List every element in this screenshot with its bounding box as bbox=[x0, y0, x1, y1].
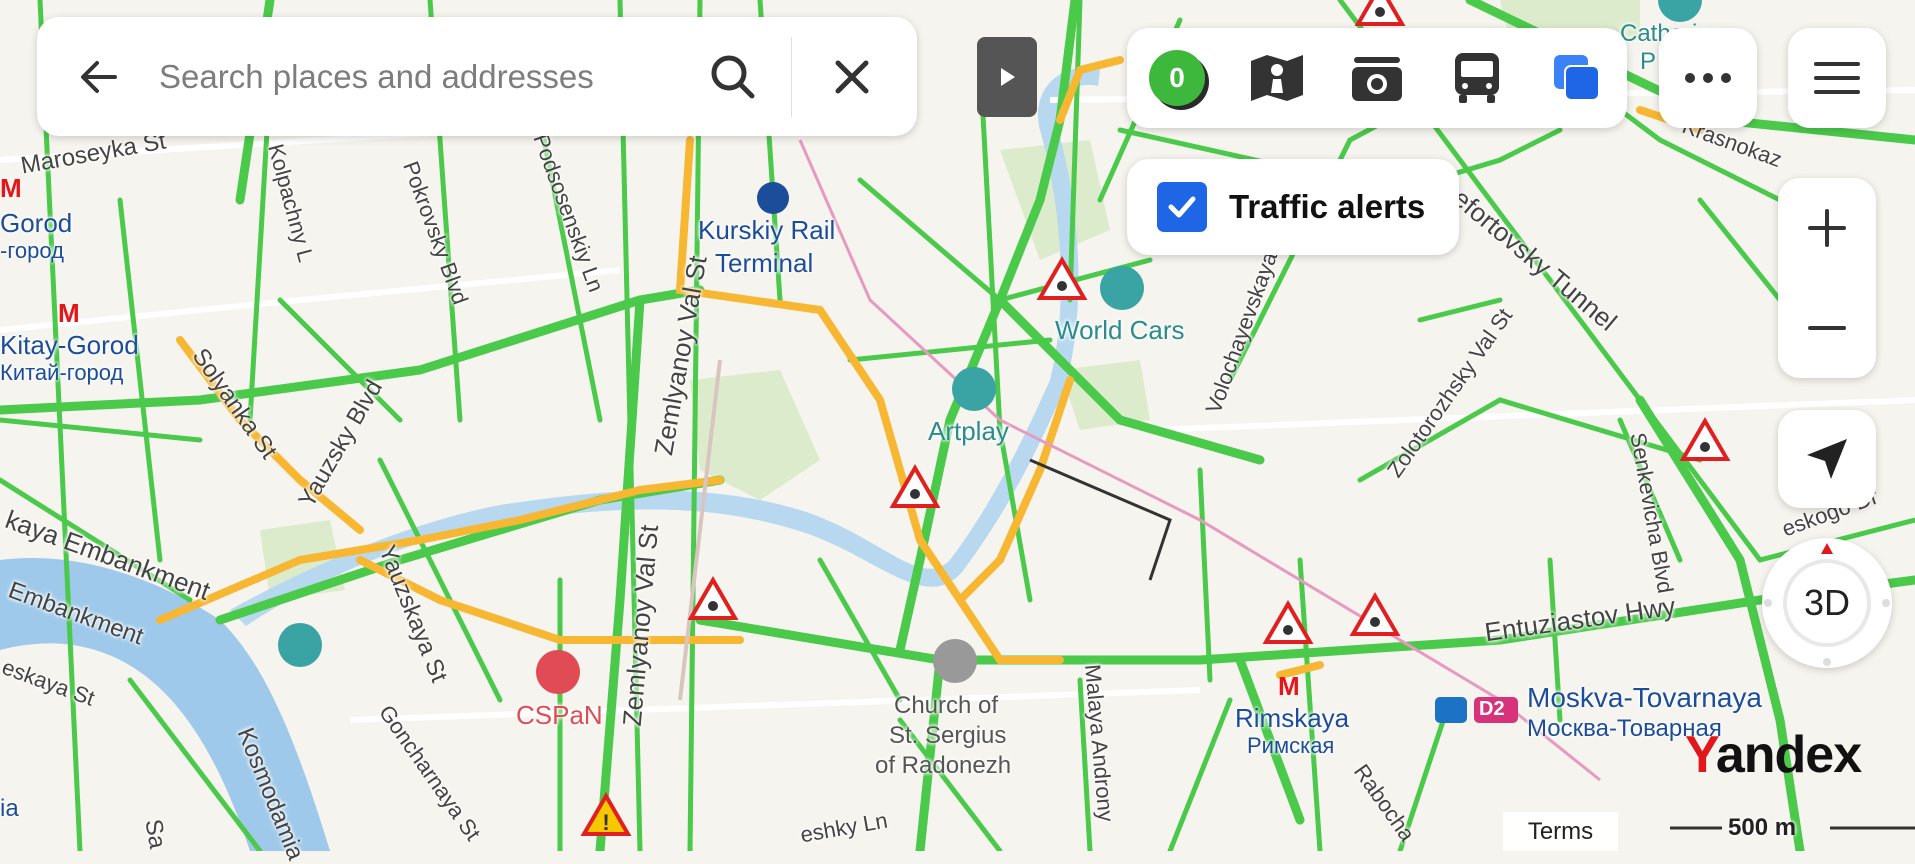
logo-letter-y: Y bbox=[1685, 726, 1717, 784]
location-arrow-icon bbox=[1807, 439, 1847, 479]
map-label-world-cars: World Cars bbox=[1055, 315, 1185, 345]
compass-3d-button[interactable]: 3D bbox=[1762, 538, 1892, 668]
search-divider bbox=[791, 36, 792, 117]
traffic-alerts-panel: Traffic alerts bbox=[1127, 159, 1459, 255]
search-bar bbox=[37, 17, 917, 136]
search-input[interactable] bbox=[157, 56, 681, 97]
clear-button[interactable] bbox=[812, 37, 892, 117]
traffic-alerts-checkbox[interactable] bbox=[1157, 182, 1207, 232]
map-label-church-1: Church of bbox=[894, 692, 999, 719]
layers-panel: 0 bbox=[1127, 28, 1627, 128]
traffic-alerts-label: Traffic alerts bbox=[1229, 188, 1426, 225]
yandex-logo: Yandex bbox=[1685, 725, 1862, 785]
zoom-in-button[interactable] bbox=[1778, 178, 1876, 278]
scale-label: 500 m bbox=[1728, 814, 1797, 841]
close-icon bbox=[835, 60, 869, 93]
map-label-gorod-ru: -город bbox=[0, 238, 64, 263]
svg-text:!: ! bbox=[602, 810, 609, 835]
traffic-score: 0 bbox=[1169, 62, 1185, 93]
map-label-catherine-2: P bbox=[1640, 48, 1657, 75]
transit-layer-button[interactable] bbox=[1427, 28, 1527, 128]
logo-text: andex bbox=[1715, 726, 1862, 784]
map-label-cspan: CSPaN bbox=[516, 700, 603, 730]
map-label-gorod: Gorod bbox=[0, 208, 73, 238]
my-location-button[interactable] bbox=[1778, 410, 1876, 508]
map-label-sa: Sa bbox=[139, 817, 172, 851]
map-label-church-2: St. Sergius bbox=[889, 722, 1007, 749]
minus-icon bbox=[1808, 326, 1846, 330]
zoom-out-button[interactable] bbox=[1778, 278, 1876, 378]
svg-text:M: M bbox=[1278, 671, 1300, 701]
layers-icon bbox=[1554, 55, 1600, 101]
transit-icon bbox=[1455, 53, 1499, 103]
back-button[interactable] bbox=[59, 37, 139, 117]
arrow-left-icon bbox=[81, 60, 117, 93]
map-label-kursky-1: Kurskiy Rail bbox=[698, 215, 836, 245]
map-label-kursky-2: Terminal bbox=[715, 248, 814, 278]
play-icon bbox=[1001, 68, 1015, 86]
map-label-rimskaya-ru: Римская bbox=[1247, 733, 1335, 758]
svg-text:M: M bbox=[58, 298, 80, 328]
checkmark-icon bbox=[1168, 196, 1196, 218]
plus-icon bbox=[1808, 209, 1846, 247]
zoom-controls bbox=[1778, 178, 1876, 378]
menu-button[interactable] bbox=[1788, 28, 1886, 128]
map-label-moskva-tovarnaya: Moskva-Tovarnaya bbox=[1527, 682, 1762, 713]
camera-icon bbox=[1352, 57, 1402, 101]
panorama-layer-button[interactable] bbox=[1227, 28, 1327, 128]
panorama-icon bbox=[1251, 55, 1303, 101]
map-label-ia: ia bbox=[0, 795, 19, 822]
scale-bar: 500 m bbox=[1670, 812, 1915, 848]
search-icon bbox=[711, 55, 755, 98]
photo-layer-button[interactable] bbox=[1327, 28, 1427, 128]
traffic-layer-button[interactable]: 0 bbox=[1127, 28, 1227, 128]
svg-text:M: M bbox=[0, 173, 22, 203]
terms-link[interactable]: Terms bbox=[1503, 812, 1618, 851]
hamburger-icon bbox=[1814, 62, 1860, 94]
search-button[interactable] bbox=[693, 37, 773, 117]
map-layers-button[interactable] bbox=[1527, 28, 1627, 128]
map-label-d2: D2 bbox=[1479, 698, 1505, 720]
map-label-artplay: Artplay bbox=[928, 416, 1009, 446]
more-icon bbox=[1685, 73, 1731, 83]
compass-ring-icon bbox=[1764, 543, 1890, 666]
map-label-church-3: of Radonezh bbox=[875, 752, 1012, 779]
map-label-kitay-gorod: Kitay-Gorod bbox=[0, 330, 139, 360]
traffic-icon: 0 bbox=[1149, 50, 1205, 106]
map-label-rimskaya: Rimskaya bbox=[1235, 703, 1350, 733]
more-button[interactable] bbox=[1659, 28, 1757, 128]
panel-toggle-button[interactable] bbox=[977, 37, 1037, 117]
map-label-kitay-gorod-ru: Китай-город bbox=[0, 360, 124, 385]
